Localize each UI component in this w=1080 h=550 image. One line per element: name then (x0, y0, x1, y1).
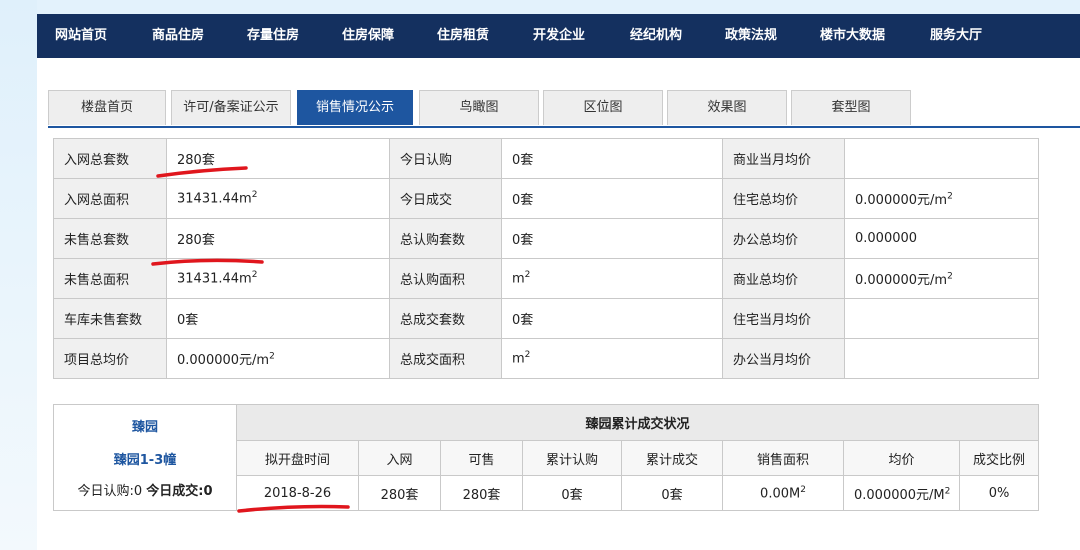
superscript: 2 (251, 270, 258, 281)
info-row: 入网总面积 31431.44m2 今日成交 0套 住宅总均价 0.000000元/m2 (53, 178, 1039, 219)
nav-housing-rental[interactable]: 住房租赁 (437, 14, 489, 58)
tab-location-map[interactable]: 区位图 (543, 90, 663, 125)
summary-col-header: 累计成交 (621, 440, 723, 476)
summary-cell: 0.00M2 (722, 475, 844, 511)
summary-cell: 280套 (358, 475, 441, 511)
summary-cell: 0% (958, 475, 1040, 511)
info-row: 车库未售套数 0套 总成交套数 0套 住宅当月均价 (53, 298, 1039, 339)
superscript: 2 (524, 350, 531, 361)
info-value: m2 (501, 338, 723, 379)
info-row: 未售总套数 280套 总认购套数 0套 办公总均价 0.000000 (53, 218, 1039, 259)
info-value: 0套 (501, 218, 723, 259)
info-row: 未售总面积 31431.44m2 总认购面积 m2 商业总均价 0.000000元/m2 (53, 258, 1039, 299)
tab-permits[interactable]: 许可/备案证公示 (171, 90, 291, 125)
superscript: 2 (947, 271, 953, 282)
info-value: 0.000000元/m2 (844, 178, 1039, 219)
summary-col-header: 成交比例 (958, 440, 1040, 476)
info-label: 商业总均价 (722, 258, 845, 299)
today-deal: 今日成交:0 (146, 484, 213, 499)
superscript: 2 (947, 191, 953, 202)
info-value: m2 (501, 258, 723, 299)
info-value: 0套 (501, 138, 723, 179)
info-label: 未售总面积 (53, 258, 167, 299)
info-label: 今日认购 (389, 138, 502, 179)
info-value: 0.000000元/m2 (166, 338, 390, 379)
info-label: 入网总面积 (53, 178, 167, 219)
info-label: 今日成交 (389, 178, 502, 219)
info-label: 车库未售套数 (53, 298, 167, 339)
info-value: 280套 (166, 138, 390, 179)
summary-col-header: 均价 (843, 440, 960, 476)
info-label: 入网总套数 (53, 138, 167, 179)
superscript: 2 (251, 190, 258, 201)
superscript: 2 (269, 351, 275, 362)
summary-cell: 0套 (522, 475, 622, 511)
info-label: 总认购面积 (389, 258, 502, 299)
sales-info-table: 入网总套数 280套 今日认购 0套 商业当月均价 入网总面积 31431.44m2 今日成交… (53, 138, 1039, 379)
cumulative-sales-table: 臻园 臻园1-3幢 今日认购:0 今日成交:0 臻园累计成交状况 拟开盘时间 入网… (53, 404, 1040, 511)
info-label: 办公当月均价 (722, 338, 845, 379)
nav-existing-housing[interactable]: 存量住房 (247, 14, 299, 58)
info-row: 入网总套数 280套 今日认购 0套 商业当月均价 (53, 138, 1039, 179)
info-value: 0套 (166, 298, 390, 339)
info-value (844, 138, 1039, 179)
info-value: 0套 (501, 178, 723, 219)
summary-col-header: 拟开盘时间 (236, 440, 359, 476)
top-strip (0, 0, 1080, 14)
info-value: 0.000000 (844, 218, 1039, 259)
nav-big-data[interactable]: 楼市大数据 (820, 14, 885, 58)
summary-cell: 0.000000元/M2 (843, 475, 960, 511)
today-subscribe: 今日认购:0 (77, 484, 143, 499)
info-label: 总成交套数 (389, 298, 502, 339)
tab-aerial-view[interactable]: 鸟瞰图 (419, 90, 539, 125)
info-value: 31431.44m2 (166, 258, 390, 299)
tab-project-home[interactable]: 楼盘首页 (48, 90, 166, 125)
left-gutter (0, 0, 37, 550)
project-cell: 臻园 臻园1-3幢 今日认购:0 今日成交:0 (53, 404, 237, 511)
nav-developers[interactable]: 开发企业 (533, 14, 585, 58)
info-label: 商业当月均价 (722, 138, 845, 179)
info-value: 280套 (166, 218, 390, 259)
info-value: 0.000000元/m2 (844, 258, 1039, 299)
nav-home[interactable]: 网站首页 (55, 14, 107, 58)
summary-title: 臻园累计成交状况 (235, 404, 1040, 441)
summary-col-header: 入网 (358, 440, 441, 476)
summary-cell: 280套 (440, 475, 523, 511)
info-label: 项目总均价 (53, 338, 167, 379)
nav-new-housing[interactable]: 商品住房 (152, 14, 204, 58)
info-value (844, 298, 1039, 339)
superscript: 2 (944, 486, 951, 497)
summary-col-header: 累计认购 (522, 440, 622, 476)
info-label: 住宅总均价 (722, 178, 845, 219)
info-label: 总认购套数 (389, 218, 502, 259)
summary-cell: 2018-8-26 (236, 475, 359, 511)
nav-service-hall[interactable]: 服务大厅 (930, 14, 982, 58)
tab-sales-status[interactable]: 销售情况公示 (297, 90, 413, 125)
nav-policy[interactable]: 政策法规 (725, 14, 777, 58)
info-value (844, 338, 1039, 379)
project-name[interactable]: 臻园 (64, 416, 226, 435)
main-nav: 网站首页 商品住房 存量住房 住房保障 住房租赁 开发企业 经纪机构 政策法规 … (37, 14, 1080, 58)
info-row: 项目总均价 0.000000元/m2 总成交面积 m2 办公当月均价 (53, 338, 1039, 379)
summary-col-header: 销售面积 (722, 440, 844, 476)
info-label: 办公总均价 (722, 218, 845, 259)
superscript: 2 (524, 270, 531, 281)
nav-housing-security[interactable]: 住房保障 (342, 14, 394, 58)
summary-cell: 0套 (621, 475, 723, 511)
summary-col-header: 可售 (440, 440, 523, 476)
tab-bar: 楼盘首页 许可/备案证公示 销售情况公示 鸟瞰图 区位图 效果图 套型图 (48, 90, 1080, 128)
info-label: 住宅当月均价 (722, 298, 845, 339)
building-name[interactable]: 臻园1-3幢 (64, 449, 226, 468)
nav-agencies[interactable]: 经纪机构 (630, 14, 682, 58)
tab-floor-plans[interactable]: 套型图 (791, 90, 911, 125)
info-label: 总成交面积 (389, 338, 502, 379)
superscript: 2 (800, 484, 806, 495)
today-stats: 今日认购:0 今日成交:0 (64, 480, 226, 499)
tab-rendering[interactable]: 效果图 (667, 90, 787, 125)
info-value: 0套 (501, 298, 723, 339)
info-value: 31431.44m2 (166, 178, 390, 219)
info-label: 未售总套数 (53, 218, 167, 259)
